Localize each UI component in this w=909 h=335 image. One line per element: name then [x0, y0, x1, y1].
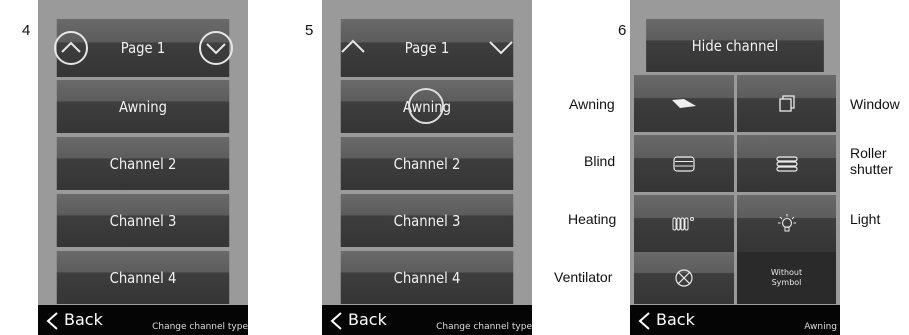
page-up-icon[interactable] — [53, 30, 89, 66]
bottom-bar: Back Awning — [630, 305, 840, 335]
type-ventilator-button[interactable] — [634, 252, 734, 304]
type-heating-button[interactable] — [634, 195, 734, 252]
back-button[interactable]: Back — [348, 310, 387, 329]
channel-button-4[interactable]: Channel 4 — [56, 251, 230, 304]
page-down-icon[interactable] — [486, 34, 516, 60]
type-without-symbol-button[interactable]: Without Symbol — [737, 252, 836, 304]
screen-5: Page 1 Awning Channel 2 Channel 3 Channe… — [322, 0, 532, 335]
bar-caption: Awning — [804, 322, 837, 332]
step-number-4: 4 — [22, 22, 31, 39]
channel-label: Channel 2 — [393, 154, 461, 173]
channel-label: Awning — [118, 97, 168, 116]
step-number-6: 6 — [618, 22, 627, 39]
touch-indicator — [408, 88, 444, 124]
type-roller-shutter-button[interactable] — [737, 135, 836, 192]
back-button[interactable]: Back — [656, 310, 695, 329]
bottom-bar: Back Change channel type — [38, 305, 248, 335]
hide-channel-button[interactable]: Hide channel — [646, 19, 824, 72]
label-ventilator: Ventilator — [554, 269, 613, 285]
channel-button-4[interactable]: Channel 4 — [340, 251, 514, 304]
hide-channel-label: Hide channel — [691, 36, 779, 55]
light-icon — [777, 213, 796, 231]
step-number-5: 5 — [305, 22, 314, 39]
bar-caption: Change channel type — [436, 322, 532, 332]
blind-icon — [673, 155, 695, 172]
channel-label: Channel 4 — [393, 268, 461, 287]
channel-button-awning[interactable]: Awning — [56, 80, 230, 133]
awning-icon — [672, 98, 696, 108]
page-up-icon[interactable] — [338, 34, 368, 60]
channel-button-3[interactable]: Channel 3 — [56, 194, 230, 247]
type-blind-button[interactable] — [634, 135, 734, 192]
label-awning: Awning — [569, 96, 615, 112]
label-window: Window — [850, 96, 900, 112]
page-down-icon[interactable] — [198, 30, 234, 66]
heating-icon — [672, 216, 694, 230]
channel-label: Channel 2 — [109, 154, 177, 173]
type-window-button[interactable] — [737, 75, 836, 132]
channel-button-2[interactable]: Channel 2 — [56, 137, 230, 190]
back-button[interactable]: Back — [64, 310, 103, 329]
channel-label: Channel 4 — [109, 268, 177, 287]
back-chevron-icon[interactable] — [328, 311, 346, 331]
type-light-button[interactable] — [737, 195, 836, 252]
label-light: Light — [850, 211, 881, 227]
label-heating: Heating — [568, 211, 617, 227]
channel-label: Channel 3 — [393, 211, 461, 230]
back-chevron-icon[interactable] — [44, 311, 62, 331]
screen-6: Hide channel Without Symbol Back Awning — [630, 0, 840, 335]
channel-button-2[interactable]: Channel 2 — [340, 137, 514, 190]
page-title: Page 1 — [120, 39, 166, 57]
back-chevron-icon[interactable] — [636, 311, 654, 331]
type-awning-button[interactable] — [634, 75, 734, 132]
roller-shutter-icon — [775, 155, 798, 172]
ventilator-icon — [675, 269, 693, 287]
without-symbol-label: Without Symbol — [770, 268, 803, 287]
bottom-bar: Back Change channel type — [322, 305, 532, 335]
bar-caption: Change channel type — [152, 322, 248, 332]
screen-4: Page 1 Awning Channel 2 Channel 3 Channe… — [38, 0, 248, 335]
channel-label: Channel 3 — [109, 211, 177, 230]
label-blind: Blind — [584, 153, 616, 169]
label-roller-shutter: Roller shutter — [850, 145, 893, 177]
window-icon — [778, 94, 795, 112]
channel-button-3[interactable]: Channel 3 — [340, 194, 514, 247]
page-title: Page 1 — [404, 39, 450, 57]
